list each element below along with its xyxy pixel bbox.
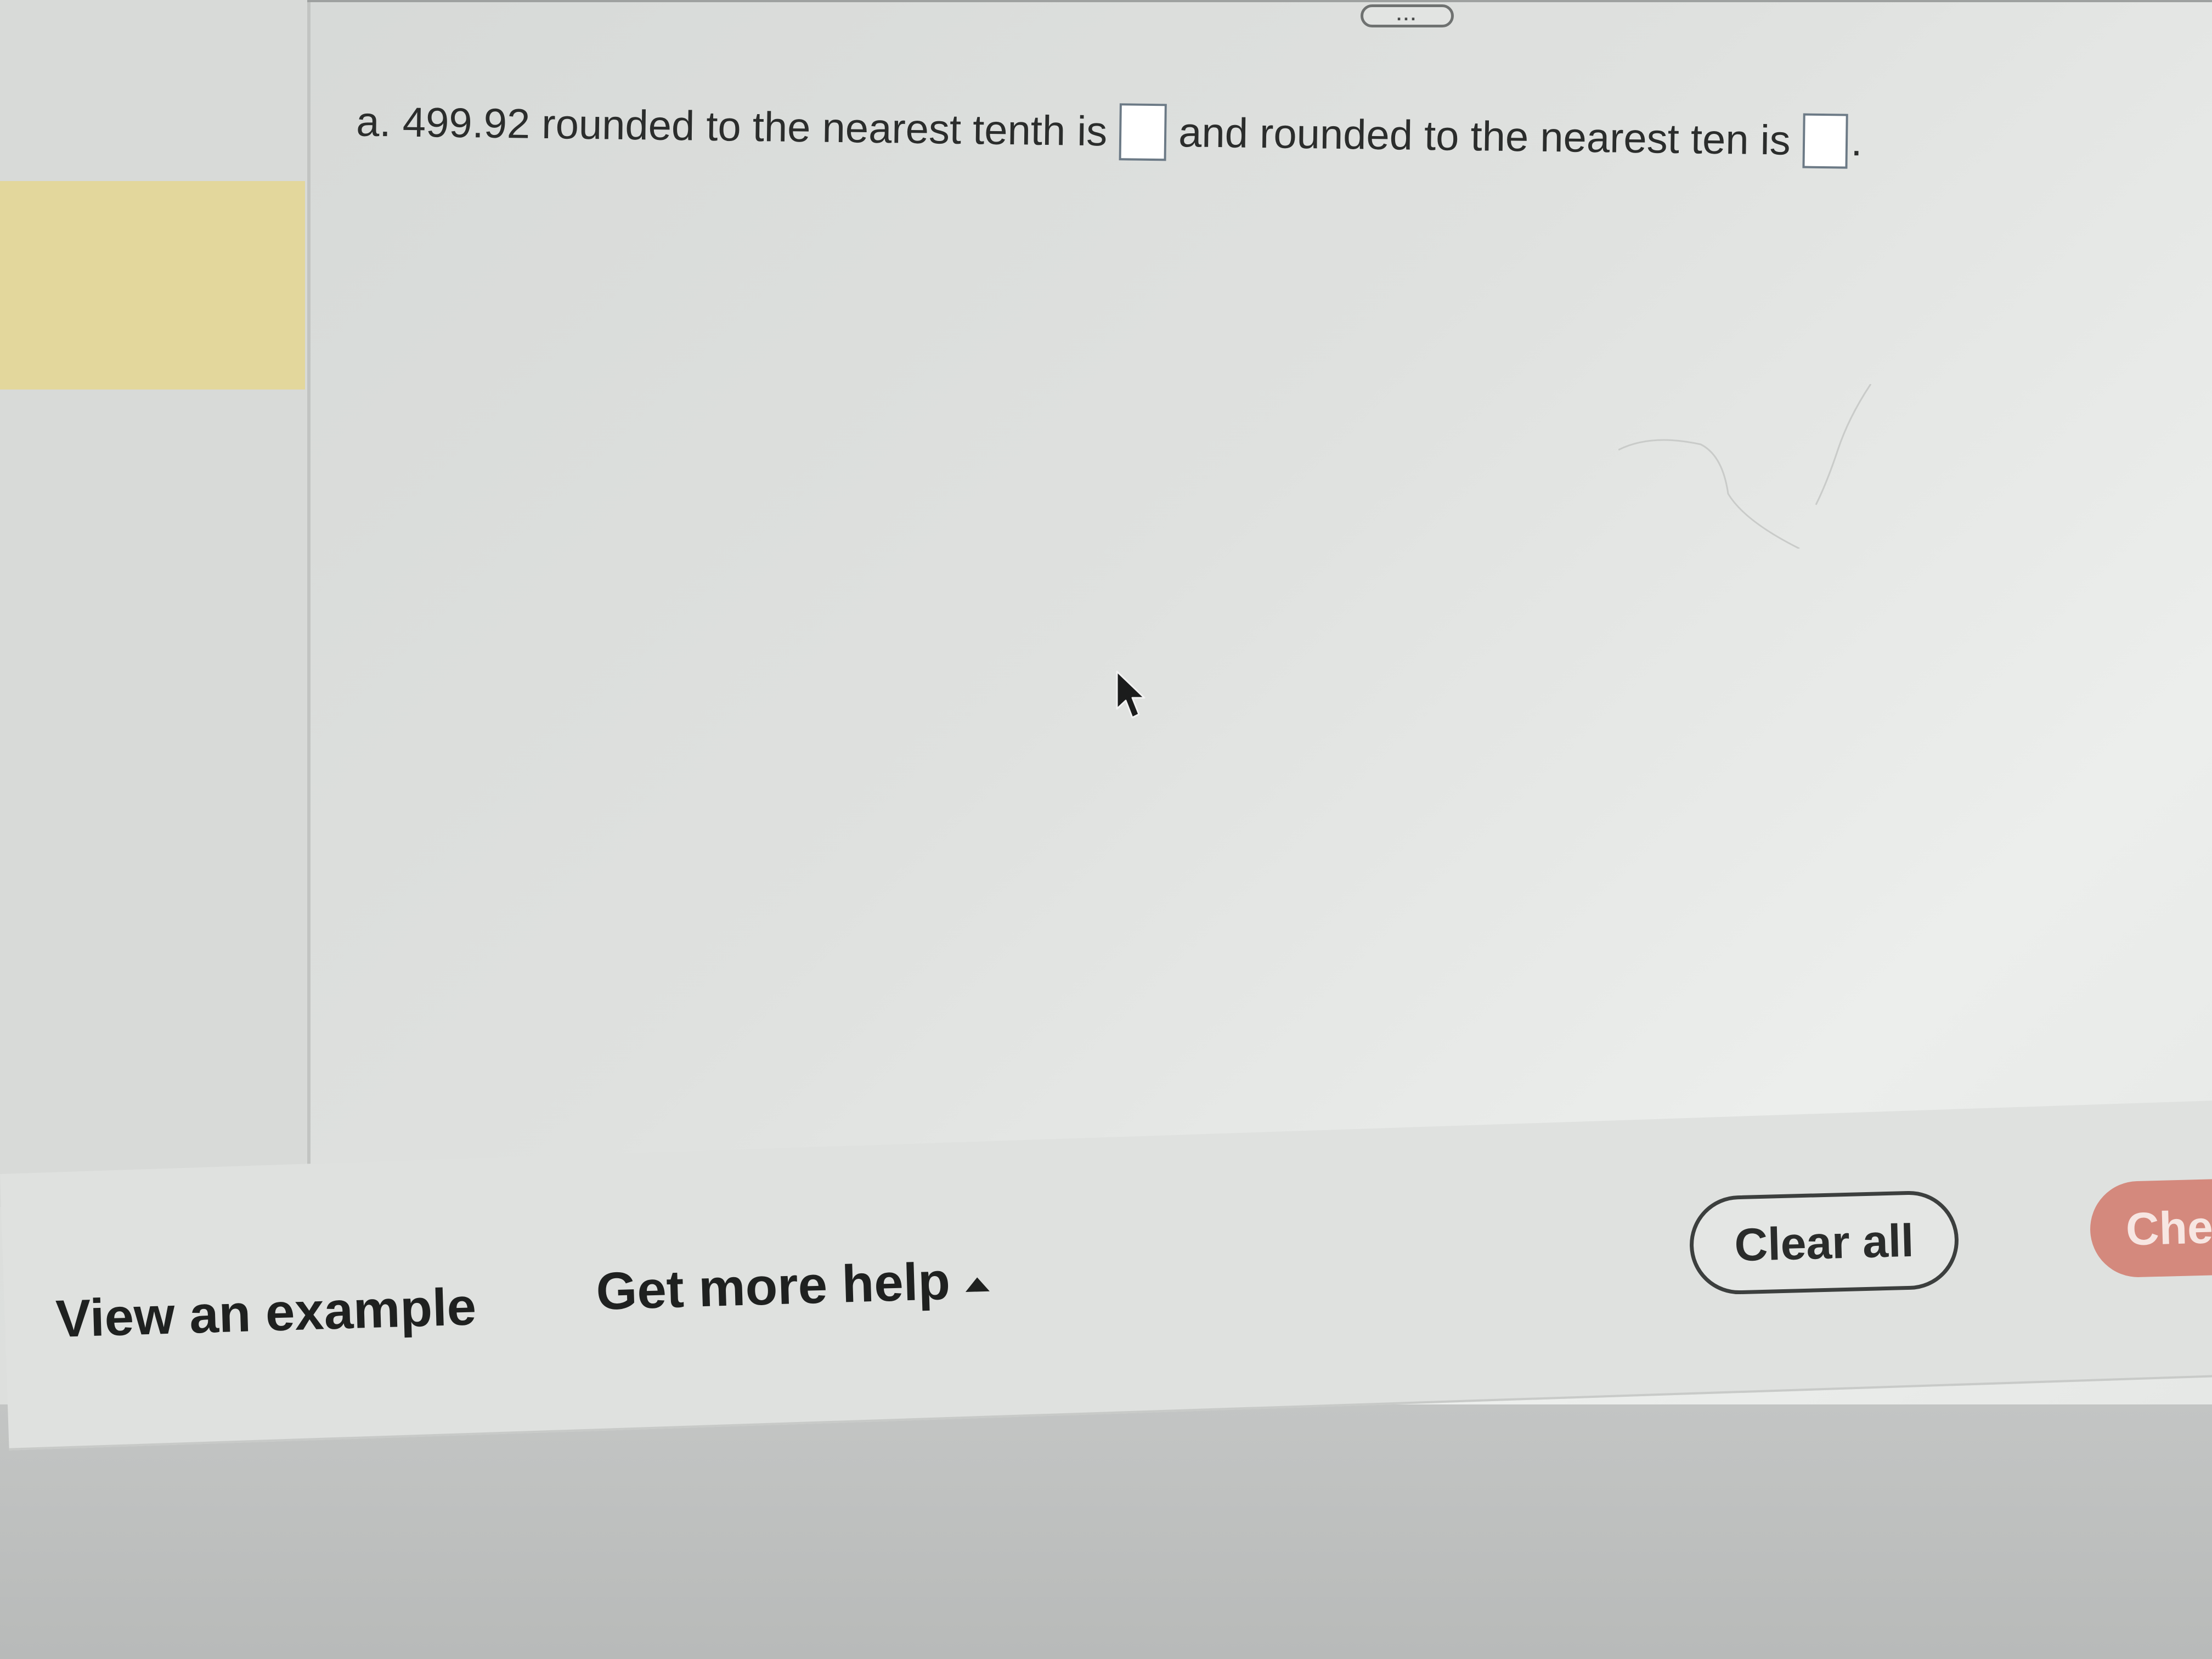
screen-crack-decoration	[1618, 384, 1872, 549]
mouse-cursor-icon	[1116, 670, 1146, 719]
sidebar-highlight-item[interactable]	[0, 181, 305, 390]
question-text-middle: and rounded to the nearest ten is	[1178, 109, 1791, 164]
get-more-help-label: Get more help	[595, 1251, 951, 1321]
question-text-after: .	[1850, 118, 1863, 165]
answer-input-nearest-ten[interactable]	[1802, 113, 1848, 169]
view-example-link[interactable]: View an example	[55, 1277, 477, 1350]
check-answer-button[interactable]: Che	[2089, 1176, 2212, 1279]
caret-up-icon	[965, 1277, 990, 1292]
question-text-before: 499.92 rounded to the nearest tenth is	[402, 99, 1108, 155]
check-answer-label: Che	[2125, 1201, 2212, 1255]
clear-all-button[interactable]: Clear all	[1688, 1189, 1960, 1296]
question-part-label: a.	[356, 98, 392, 146]
top-divider	[307, 0, 2212, 2]
answer-input-nearest-tenth[interactable]	[1119, 103, 1167, 161]
get-more-help-button[interactable]: Get more help	[595, 1250, 990, 1322]
question-text: a. 499.92 rounded to the nearest tenth i…	[356, 93, 2002, 202]
view-example-label: View an example	[55, 1277, 477, 1348]
bottom-shadow	[0, 1404, 2212, 1659]
more-options-label: ...	[1396, 4, 1418, 24]
screen: ... a. 499.92 rounded to the nearest ten…	[0, 0, 2212, 1659]
clear-all-label: Clear all	[1734, 1214, 1915, 1271]
more-options-button[interactable]: ...	[1361, 4, 1454, 27]
left-sidebar	[0, 0, 311, 1207]
